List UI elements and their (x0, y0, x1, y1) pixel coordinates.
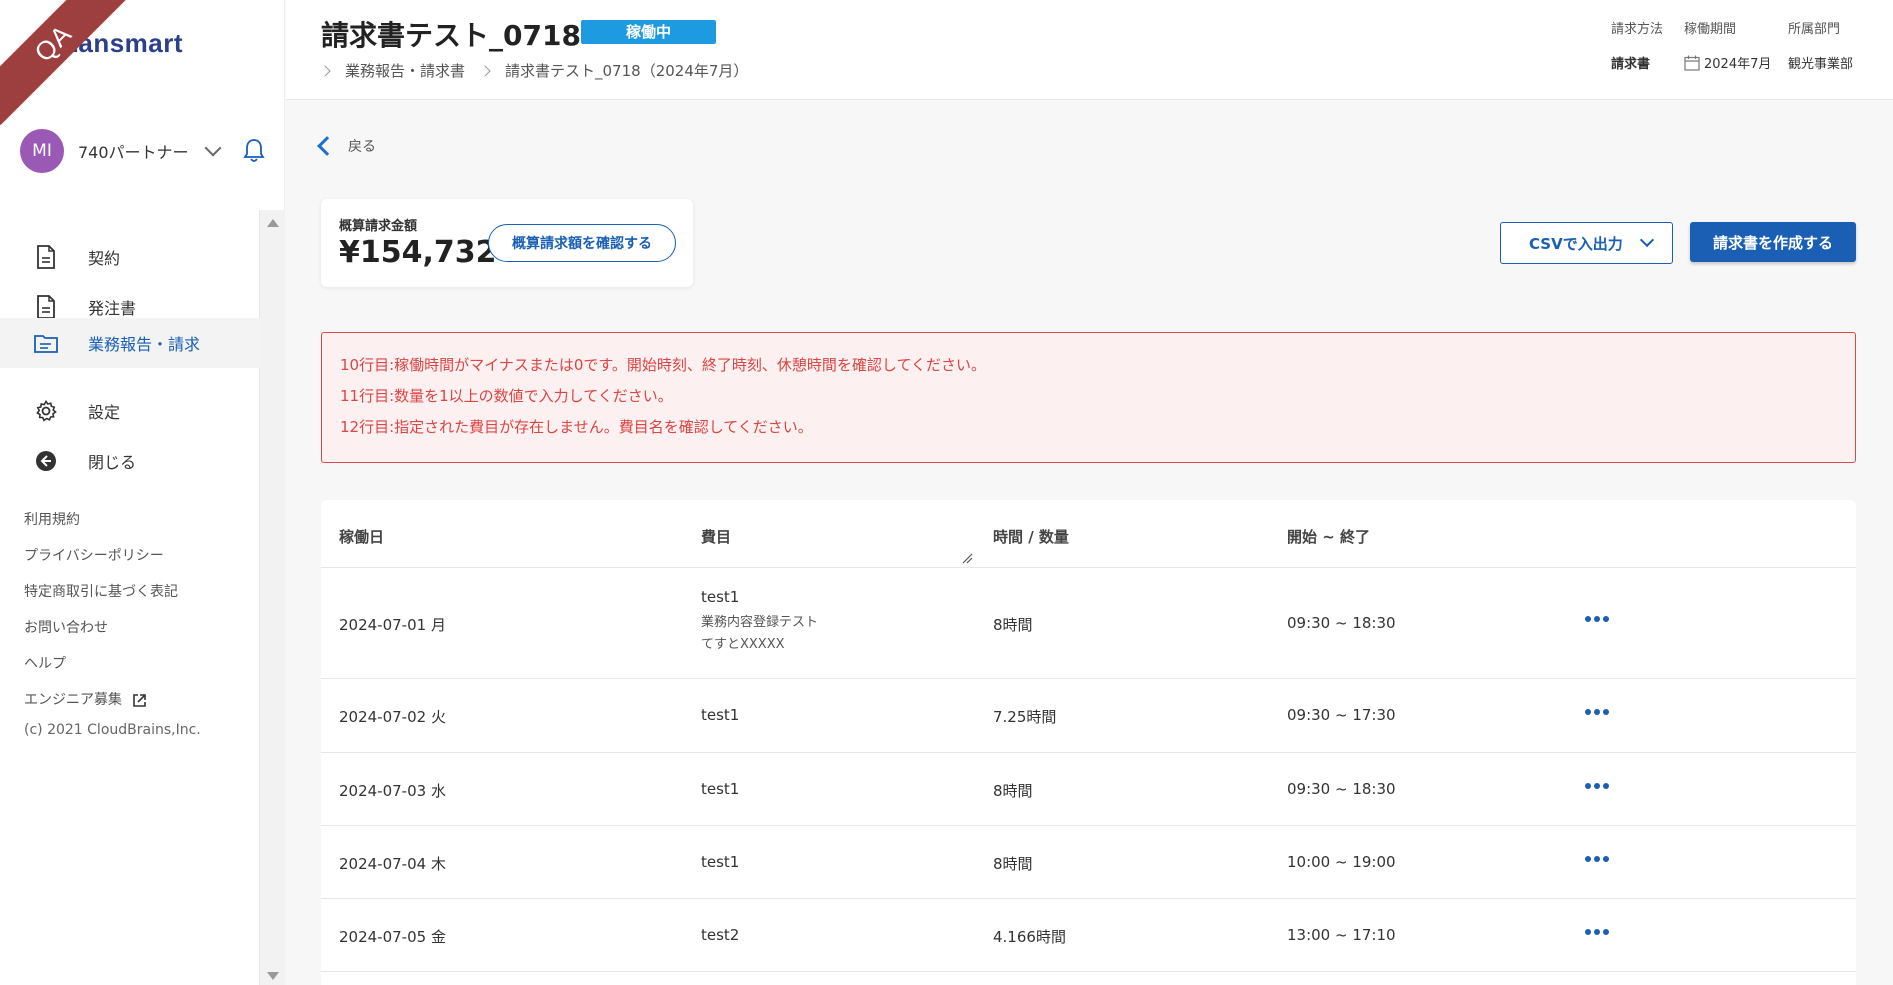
row-menu-icon[interactable] (1585, 780, 1615, 792)
table-row[interactable]: 2024-07-05 金 test2 4.166時間 13:00 ~ 17:10 (321, 899, 1856, 972)
scroll-down-icon[interactable] (267, 972, 279, 980)
footer-link-privacy[interactable]: プライバシーポリシー (24, 538, 201, 574)
cell-range: 13:00 ~ 17:10 (1287, 926, 1396, 944)
cell-date: 2024-07-02 火 (339, 708, 446, 726)
cell-range: 09:30 ~ 18:30 (1287, 780, 1396, 798)
nav-label: 契約 (88, 249, 121, 268)
folder-icon (34, 330, 58, 356)
cell-range: 09:30 ~ 18:30 (1287, 614, 1396, 632)
cell-quantity: 8時間 (993, 855, 1033, 873)
table-row[interactable]: 2024-07-04 木 test1 8時間 10:00 ~ 19:00 (321, 826, 1856, 899)
status-badge: 稼働中 (581, 20, 716, 44)
row-menu-icon[interactable] (1585, 926, 1615, 938)
row-menu-icon[interactable] (1585, 853, 1615, 865)
footer-link-help[interactable]: ヘルプ (24, 646, 201, 682)
estimated-amount-value: ¥154,732 (339, 235, 497, 270)
breadcrumb-item-current: 請求書テスト_0718（2024年7月） (505, 62, 749, 80)
estimated-amount-label: 概算請求金額 (339, 219, 418, 234)
csv-import-export-button[interactable]: CSVで入出力 (1500, 222, 1673, 264)
error-message: 10行目:稼働時間がマイナスまたは0です。開始時刻、終了時刻、休憩時間を確認して… (340, 356, 986, 374)
cell-quantity: 7.25時間 (993, 708, 1057, 726)
error-message: 11行目:数量を1以上の数値で入力してください。 (340, 387, 673, 405)
cell-range: 10:00 ~ 19:00 (1287, 853, 1396, 871)
nav-item-settings[interactable]: 設定 (0, 386, 260, 436)
back-label: 戻る (348, 139, 376, 155)
work-report-table: 稼働日 費目 時間 / 数量 開始 ~ 終了 2024-07-01 月 test… (321, 500, 1856, 985)
footer-links: 利用規約 プライバシーポリシー 特定商取引に基づく表記 お問い合わせ ヘルプ エ… (24, 502, 201, 738)
chevron-down-icon[interactable] (204, 139, 222, 157)
estimated-amount-card: 概算請求金額 ¥154,732 概算請求額を確認する (321, 199, 693, 287)
table-header: 稼働日 費目 時間 / 数量 開始 ~ 終了 (321, 500, 1856, 568)
footer-link-commerce[interactable]: 特定商取引に基づく表記 (24, 574, 201, 610)
cell-range: 09:30 ~ 17:30 (1287, 706, 1396, 724)
chevron-right-icon (319, 64, 331, 77)
row-menu-icon[interactable] (1585, 706, 1615, 718)
footer-link-terms[interactable]: 利用規約 (24, 502, 201, 538)
cell-date: 2024-07-01 月 (339, 616, 446, 634)
cell-quantity: 8時間 (993, 616, 1033, 634)
nav-item-close[interactable]: 閉じる (0, 436, 260, 486)
document-icon (34, 294, 58, 320)
qa-ribbon: QA (0, 0, 136, 126)
column-header-quantity[interactable]: 時間 / 数量 (993, 526, 1069, 547)
external-link-icon (133, 693, 146, 707)
chevron-right-icon (479, 64, 491, 77)
cell-date: 2024-07-04 木 (339, 855, 446, 873)
scroll-up-icon[interactable] (267, 219, 279, 227)
nav-label: 発注書 (88, 299, 137, 318)
billing-method: 請求方法 請求書 (1611, 22, 1664, 72)
cell-date: 2024-07-03 水 (339, 782, 446, 800)
cell-item: test1 業務内容登録テスト てすとXXXXX (701, 588, 819, 652)
nav-label: 業務報告・請求 (88, 335, 201, 354)
column-header-range[interactable]: 開始 ~ 終了 (1287, 526, 1370, 547)
cell-date: 2024-07-05 金 (339, 928, 446, 946)
confirm-amount-button[interactable]: 概算請求額を確認する (488, 224, 676, 262)
document-icon (34, 244, 58, 270)
bell-icon[interactable] (242, 138, 265, 164)
cell-item: test1 (701, 780, 740, 798)
nav-label: 設定 (88, 403, 121, 422)
breadcrumb: 業務報告・請求書 請求書テスト_0718（2024年7月） (319, 60, 749, 81)
avatar[interactable]: MI (20, 129, 64, 173)
chevron-down-icon (1639, 232, 1655, 248)
footer-link-recruit[interactable]: エンジニア募集 (24, 682, 201, 718)
back-circle-icon (34, 448, 58, 474)
page-title: 請求書テスト_0718 (321, 19, 581, 52)
cell-quantity: 4.166時間 (993, 928, 1066, 946)
error-message: 12行目:指定された費目が存在しません。費目名を確認してください。 (340, 418, 813, 436)
create-invoice-button[interactable]: 請求書を作成する (1690, 222, 1856, 262)
table-row[interactable]: 2024-07-02 火 test1 7.25時間 09:30 ~ 17:30 (321, 679, 1856, 753)
column-header-date[interactable]: 稼働日 (339, 526, 384, 547)
cell-item: test2 (701, 926, 740, 944)
cell-item: test1 (701, 853, 740, 871)
error-alert: 10行目:稼働時間がマイナスまたは0です。開始時刻、終了時刻、休憩時間を確認して… (321, 332, 1856, 463)
user-name[interactable]: 740パートナー (78, 139, 189, 163)
footer-link-contact[interactable]: お問い合わせ (24, 610, 201, 646)
table-row[interactable]: 2024-07-03 水 test1 8時間 09:30 ~ 18:30 (321, 753, 1856, 826)
user-menu[interactable]: MI 740パートナー (20, 128, 265, 174)
page-header: 請求書テスト_0718 稼働中 業務報告・請求書 請求書テスト_0718（202… (286, 0, 1893, 100)
nav-label: 閉じる (88, 453, 137, 472)
sidebar-scrollbar[interactable] (260, 210, 285, 985)
department: 所属部門 観光事業部 (1788, 22, 1854, 72)
chevron-left-icon (317, 136, 337, 156)
nav-item-contract[interactable]: 契約 (0, 232, 260, 282)
work-period: 稼働期間 2024年7月 (1684, 22, 1772, 72)
copyright: (c) 2021 CloudBrains,Inc. (24, 722, 201, 738)
calendar-icon (1684, 55, 1700, 71)
sidebar: QA Lansmart MI 740パートナー 契約 発注書 業務報告・請求 設… (0, 0, 285, 985)
column-header-item[interactable]: 費目 (701, 526, 731, 547)
nav-item-reports-billing[interactable]: 業務報告・請求 (0, 318, 260, 368)
back-link[interactable]: 戻る (317, 136, 376, 156)
table-row[interactable]: 2024-07-01 月 test1 業務内容登録テスト てすとXXXXX 8時… (321, 568, 1856, 679)
cell-item: test1 (701, 706, 740, 724)
gear-icon (34, 398, 58, 424)
cell-quantity: 8時間 (993, 782, 1033, 800)
breadcrumb-item[interactable]: 業務報告・請求書 (345, 60, 465, 81)
column-resize-icon[interactable] (961, 552, 973, 564)
nav-list: 契約 発注書 業務報告・請求 設定 閉じる 利用規約 プライバシーポリシー 特定… (0, 210, 260, 985)
row-menu-icon[interactable] (1585, 613, 1615, 625)
